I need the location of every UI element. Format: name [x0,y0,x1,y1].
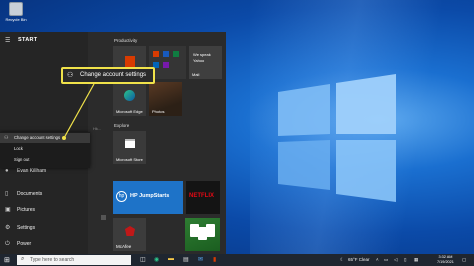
lock-item[interactable]: Lock [0,144,90,154]
start-title: START [18,37,38,43]
store-label: Microsoft Store [116,157,143,162]
menu-item-label: Lock [14,146,23,151]
edge-label: Microsoft Edge [116,109,143,114]
left-item-label: Evan Killham [17,168,47,174]
clock[interactable]: 3:32 AM 7/19/2021 [437,255,454,265]
windows-start-icon[interactable]: ⊞ [4,256,10,264]
left-item-settings[interactable]: ⚙ Settings [0,222,88,234]
person-gear-icon: ⚇ [4,135,9,141]
power-plug-icon[interactable]: ▯ [404,257,406,263]
mail-line2: Yahoo [193,58,205,63]
hp-jumpstarts-tile[interactable]: hp HP JumpStarts [113,181,183,214]
task-view-icon[interactable]: ◫ [140,256,146,263]
pictures-icon: ▣ [5,207,11,213]
taskbar: ⊞ ⌕ Type here to search ◫ ◉ ▬ ▤ ✉ ▮ ☾ 65… [0,254,474,266]
person-gear-icon: ⚇ [67,72,74,79]
left-item-documents[interactable]: ▯ Documents [0,188,88,200]
keyboard-icon[interactable]: ▦ [414,257,418,263]
power-icon: ⏻ [5,241,10,247]
file-explorer-icon[interactable]: ▬ [168,256,174,262]
mcafee-tile[interactable]: McAfee [113,218,146,251]
start-menu: ☰ START ● Evan Killham ▯ Documents ▣ Pic… [0,32,226,254]
recycle-bin[interactable]: Recycle Bin [4,2,28,22]
taskbar-search[interactable]: ⌕ Type here to search [17,255,131,265]
recycle-bin-icon [9,2,23,16]
document-icon: ▯ [5,191,9,197]
photos-tile[interactable]: Photos [149,82,182,116]
windows-logo-wallpaper [278,74,396,202]
netflix-tile[interactable]: NETFLIX [186,181,220,214]
store-taskbar-icon[interactable]: ▤ [183,256,189,263]
mail-taskbar-icon[interactable]: ✉ [198,256,203,263]
card-icon [206,224,215,237]
excel-icon [173,51,179,57]
notifications-icon[interactable]: ▢ [462,257,466,263]
callout-box: ⚇ Change account settings [61,67,155,84]
group-explore: Explore [114,123,130,128]
solitaire-tile[interactable] [185,218,220,251]
edge-icon [124,90,135,101]
mail-label: Mail [192,72,200,77]
menu-item-label: Sign out [14,157,30,162]
account-menu: ⚇ Change account settings Lock Sign out [0,132,90,168]
powerpoint-icon [153,51,159,57]
sign-out-item[interactable]: Sign out [0,155,90,165]
weather-text[interactable]: 65°F Clear [348,257,370,262]
weather-icon[interactable]: ☾ [340,257,344,263]
mail-line1: We speak [193,52,211,57]
left-item-power[interactable]: ⏻ Power [0,238,88,250]
netflix-label: NETFLIX [189,193,214,199]
word-icon [163,51,169,57]
search-icon: ⌕ [21,256,25,262]
callout-text: Change account settings [80,72,147,78]
volume-icon[interactable]: ◁ [394,257,397,263]
background-text: Hk... [93,126,102,131]
onenote-icon [163,62,169,68]
edge-tile[interactable]: Microsoft Edge [113,82,146,116]
left-item-label: Documents [17,191,43,197]
left-item-pictures[interactable]: ▣ Pictures [0,204,88,216]
menu-item-label: Change account settings [14,135,61,140]
mail-tile[interactable]: We speak Yahoo Mail [189,46,222,79]
left-item-label: Power [17,241,32,247]
store-icon [125,139,135,148]
group-productivity: Productivity [114,38,138,43]
mcafee-shield-icon [125,226,135,236]
chevron-up-icon[interactable]: ˄ [376,257,379,262]
left-item-label: Settings [17,225,36,231]
change-account-settings-item[interactable]: ⚇ Change account settings [0,133,90,143]
search-placeholder: Type here to search [30,257,75,263]
mcafee-label: McAfee [116,244,132,249]
hp-label: HP JumpStarts [130,193,170,199]
hamburger-menu-icon[interactable]: ☰ [5,37,10,44]
office-taskbar-icon[interactable]: ▮ [213,256,216,263]
recycle-bin-label: Recycle Bin [5,17,27,22]
edge-taskbar-icon[interactable]: ◉ [154,256,159,263]
date: 7/19/2021 [437,260,454,264]
left-item-label: Pictures [17,207,36,213]
small-tile[interactable] [101,215,106,220]
photos-label: Photos [152,109,165,114]
gear-icon: ⚙ [5,225,11,231]
network-icon[interactable]: ▭ [384,257,388,263]
hp-logo-icon: hp [116,191,127,202]
store-tile[interactable]: Microsoft Store [113,131,146,164]
